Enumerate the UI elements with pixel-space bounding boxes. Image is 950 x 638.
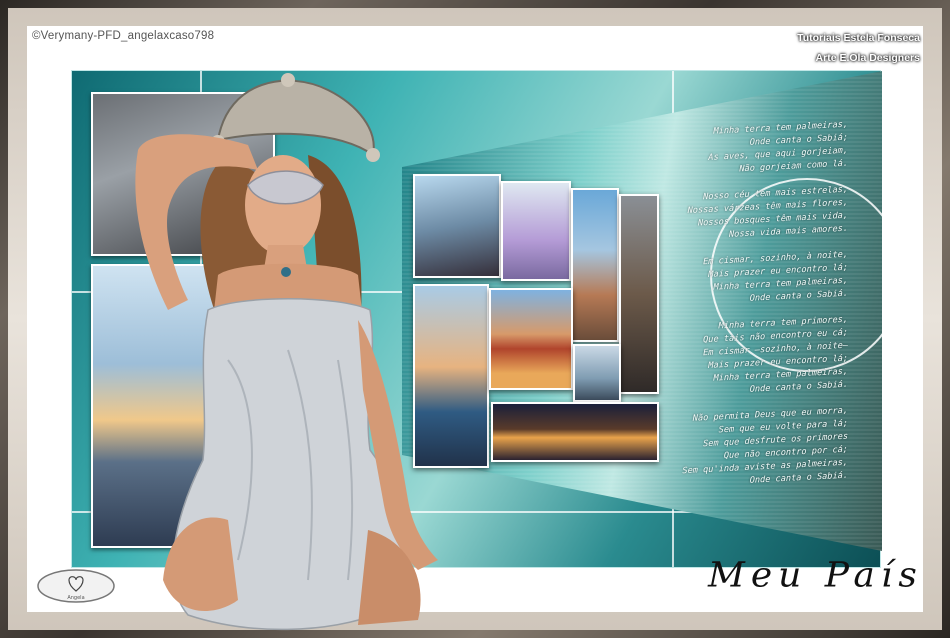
poem-stanza-1: Minha terra tem palmeiras, Onde canta o … xyxy=(643,119,848,182)
watermark-logo: Angela xyxy=(37,569,115,603)
poem-stanza-4: Minha terra tem primores, Que tais não e… xyxy=(643,314,848,403)
collage-photo-rialto xyxy=(489,288,573,390)
credit-tutorial: Tutoriais Estela Fonseca xyxy=(797,32,920,44)
copyright-text: ©Verymany-PFD_angelaxcaso798 xyxy=(32,30,215,42)
leg xyxy=(163,517,238,612)
poem-stanza-5: Não permita Deus que eu morra, Sem que e… xyxy=(643,405,848,494)
collage-photo-night xyxy=(491,402,659,462)
poem-text: Minha terra tem palmeiras, Onde canta o … xyxy=(643,119,848,507)
hat-bell xyxy=(366,148,380,162)
collage-photo-tower xyxy=(571,188,619,342)
hat-bell xyxy=(281,73,295,87)
artwork-title: Meu País xyxy=(708,556,923,595)
logo-text: Angela xyxy=(67,595,84,601)
collage-photo-costume xyxy=(501,181,571,281)
poem-stanza-2: Nosso céu tem mais estrelas, Nossas várz… xyxy=(643,184,848,247)
collage-photo-boats xyxy=(573,344,621,402)
face xyxy=(245,155,321,255)
poem-stanza-3: Em cismar, sozinho, à noite, Mais prazer… xyxy=(643,249,848,312)
woman-figure xyxy=(135,73,438,631)
credit-art: Arte E.Ola Designers xyxy=(815,52,920,64)
necklace xyxy=(281,267,291,277)
